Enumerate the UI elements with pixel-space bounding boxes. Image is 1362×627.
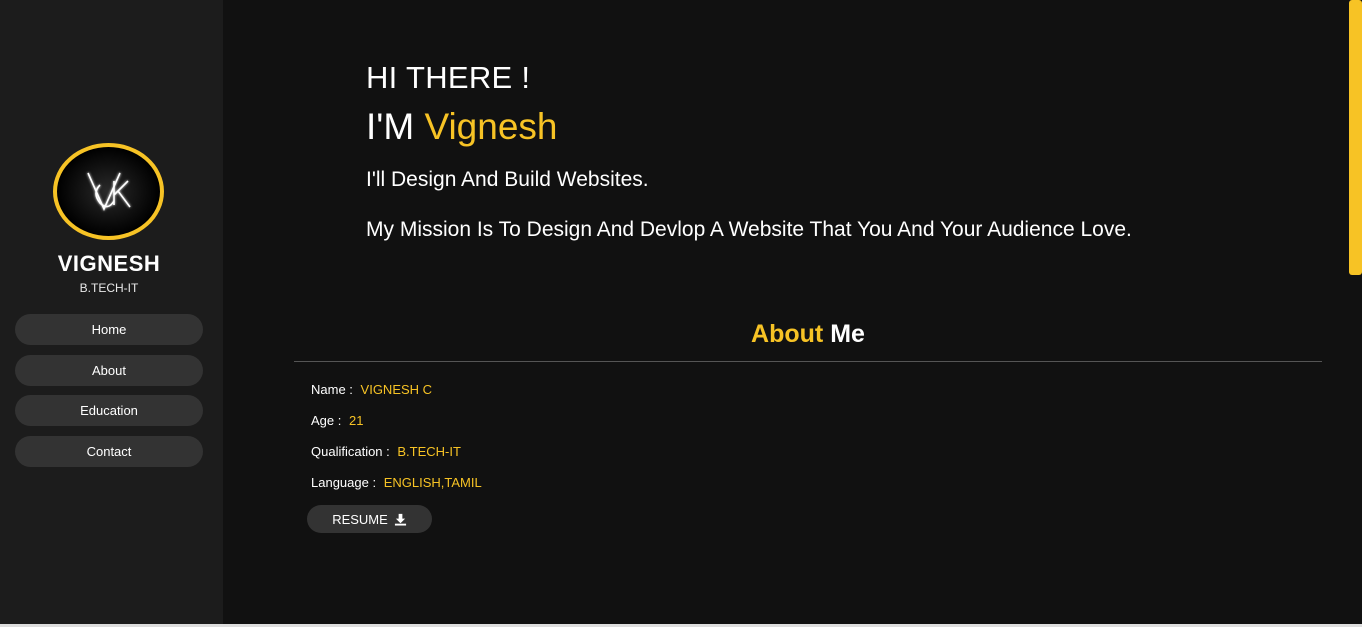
info-value: B.TECH-IT <box>397 444 461 459</box>
hero-greeting: HI THERE ! <box>366 60 531 95</box>
sidebar: VIGNESH B.TECH-IT Home About Education C… <box>0 0 223 627</box>
about-divider <box>294 361 1322 362</box>
about-heading: About Me <box>294 320 1322 349</box>
info-row-age: Age : 21 <box>311 413 363 428</box>
profile-name: VIGNESH <box>57 251 161 276</box>
scrollbar-thumb[interactable] <box>1349 0 1362 275</box>
avatar <box>53 143 164 240</box>
hero-intro-name: Vignesh <box>424 106 558 147</box>
info-row-name: Name : VIGNESH C <box>311 382 432 397</box>
info-row-qualification: Qualification : B.TECH-IT <box>311 444 461 459</box>
vk-monogram-icon <box>86 172 131 211</box>
nav-education-button[interactable]: Education <box>15 395 203 426</box>
hero-intro: I'M Vignesh <box>366 106 558 148</box>
info-value: VIGNESH C <box>360 382 433 397</box>
info-label: Name : <box>311 382 353 397</box>
about-heading-accent: About <box>751 320 824 348</box>
resume-label: RESUME <box>332 511 388 527</box>
nav-about-button[interactable]: About <box>15 355 203 386</box>
download-icon <box>394 513 406 526</box>
info-value: 21 <box>348 413 364 428</box>
info-label: Age : <box>311 413 342 428</box>
profile-subtitle: B.TECH-IT <box>79 281 139 295</box>
nav-home-button[interactable]: Home <box>15 314 203 345</box>
resume-button[interactable]: RESUME <box>307 505 432 533</box>
info-row-language: Language : ENGLISH,TAMIL <box>311 475 482 490</box>
info-value: ENGLISH,TAMIL <box>383 475 482 490</box>
hero-mission: My Mission Is To Design And Devlop A Web… <box>366 218 1132 241</box>
hero-intro-prefix: I'M <box>366 106 415 147</box>
nav-contact-button[interactable]: Contact <box>15 436 203 467</box>
info-label: Qualification : <box>311 444 390 459</box>
info-label: Language : <box>311 475 377 490</box>
about-heading-rest: Me <box>830 320 865 348</box>
hero-tagline: I'll Design And Build Websites. <box>366 168 649 191</box>
